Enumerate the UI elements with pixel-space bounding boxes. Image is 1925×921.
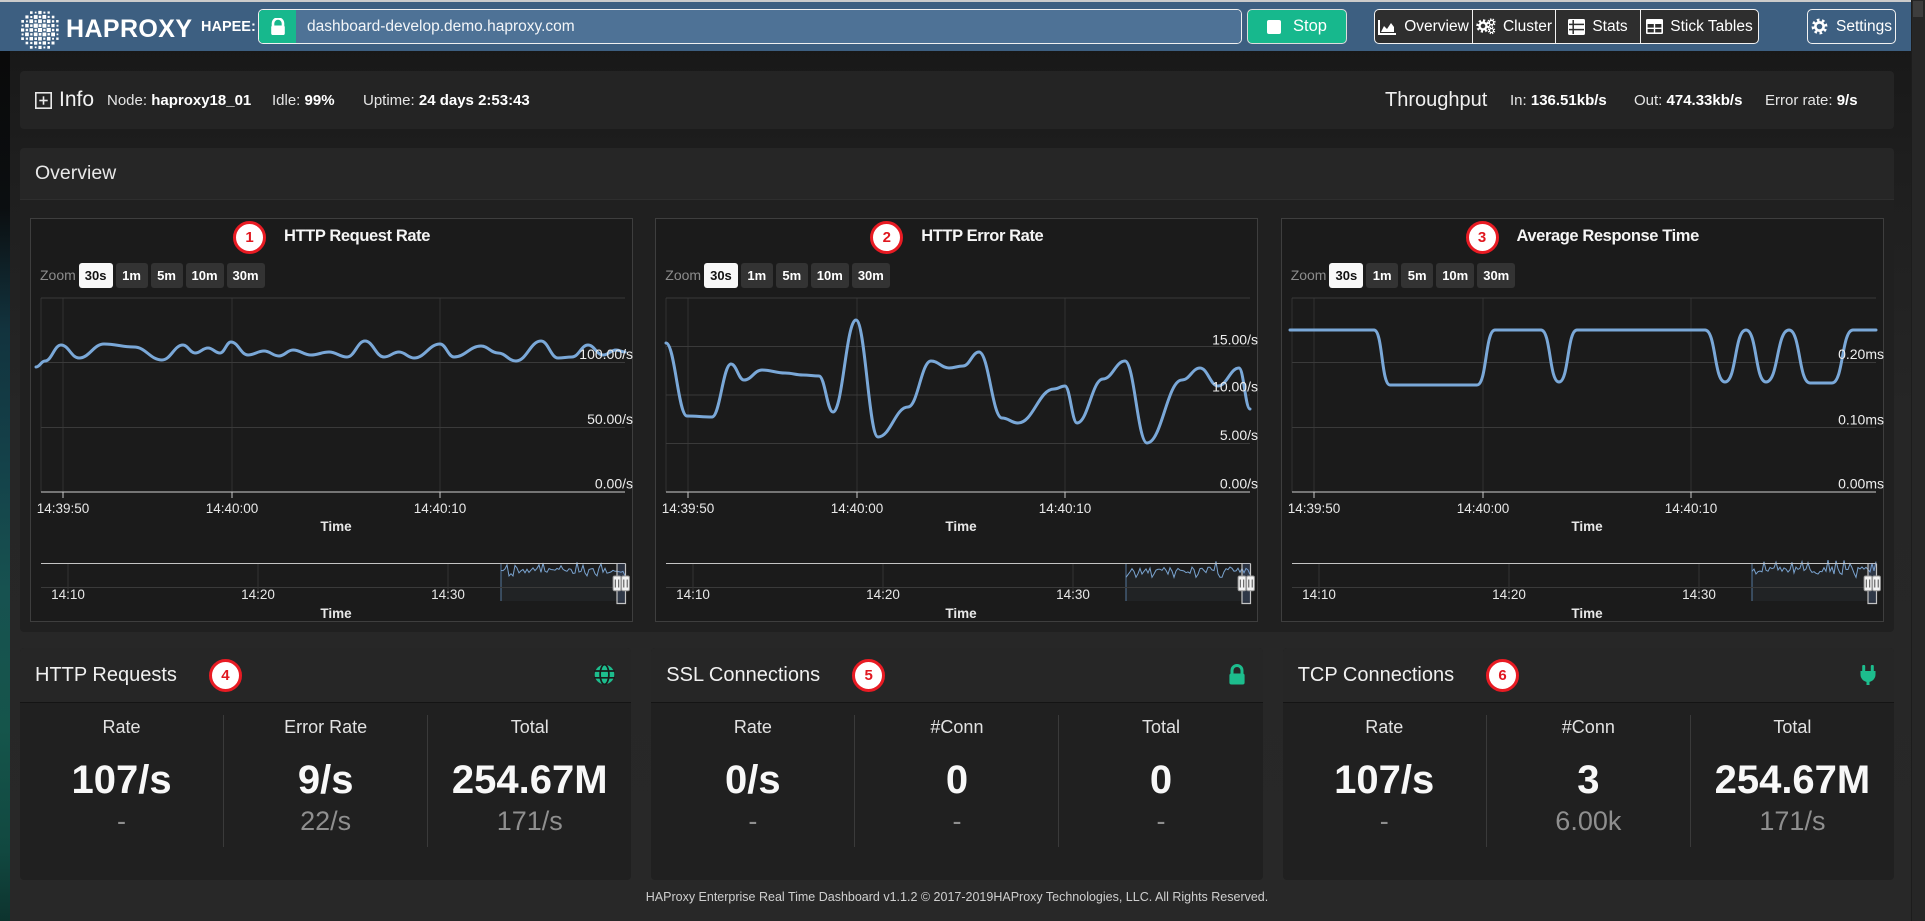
- svg-text:Time: Time: [946, 519, 978, 534]
- svg-text:14:10: 14:10: [51, 587, 85, 602]
- svg-text:14:40:00: 14:40:00: [831, 501, 884, 516]
- svg-text:0.10ms: 0.10ms: [1838, 412, 1884, 428]
- svg-text:14:30: 14:30: [1682, 587, 1716, 602]
- svg-text:Time: Time: [320, 606, 352, 621]
- svg-text:14:30: 14:30: [431, 587, 465, 602]
- svg-text:Time: Time: [1571, 519, 1603, 534]
- svg-text:15.00/s: 15.00/s: [1212, 332, 1258, 348]
- svg-text:Time: Time: [320, 519, 352, 534]
- svg-text:14:39:50: 14:39:50: [1287, 501, 1340, 516]
- svg-text:Time: Time: [1571, 606, 1603, 621]
- svg-text:14:39:50: 14:39:50: [662, 501, 715, 516]
- svg-text:14:40:10: 14:40:10: [1039, 501, 1092, 516]
- svg-text:14:20: 14:20: [1492, 587, 1526, 602]
- svg-text:100.00/s: 100.00/s: [579, 346, 633, 362]
- svg-text:0.00/s: 0.00/s: [1220, 476, 1258, 492]
- svg-text:14:20: 14:20: [241, 587, 275, 602]
- svg-text:14:10: 14:10: [676, 587, 710, 602]
- svg-text:14:40:00: 14:40:00: [1456, 501, 1509, 516]
- svg-text:14:30: 14:30: [1056, 587, 1090, 602]
- svg-text:50.00/s: 50.00/s: [587, 411, 633, 427]
- svg-text:10.00/s: 10.00/s: [1212, 379, 1258, 395]
- svg-text:0.20ms: 0.20ms: [1838, 346, 1884, 362]
- svg-text:14:40:10: 14:40:10: [414, 501, 467, 516]
- svg-text:5.00/s: 5.00/s: [1220, 427, 1258, 443]
- svg-text:14:40:10: 14:40:10: [1664, 501, 1717, 516]
- svg-text:Time: Time: [946, 606, 978, 621]
- svg-text:14:40:00: 14:40:00: [206, 501, 259, 516]
- svg-text:14:39:50: 14:39:50: [37, 501, 90, 516]
- svg-text:0.00/s: 0.00/s: [595, 476, 633, 492]
- svg-text:14:10: 14:10: [1302, 587, 1336, 602]
- svg-text:0.00ms: 0.00ms: [1838, 476, 1884, 492]
- svg-text:14:20: 14:20: [866, 587, 900, 602]
